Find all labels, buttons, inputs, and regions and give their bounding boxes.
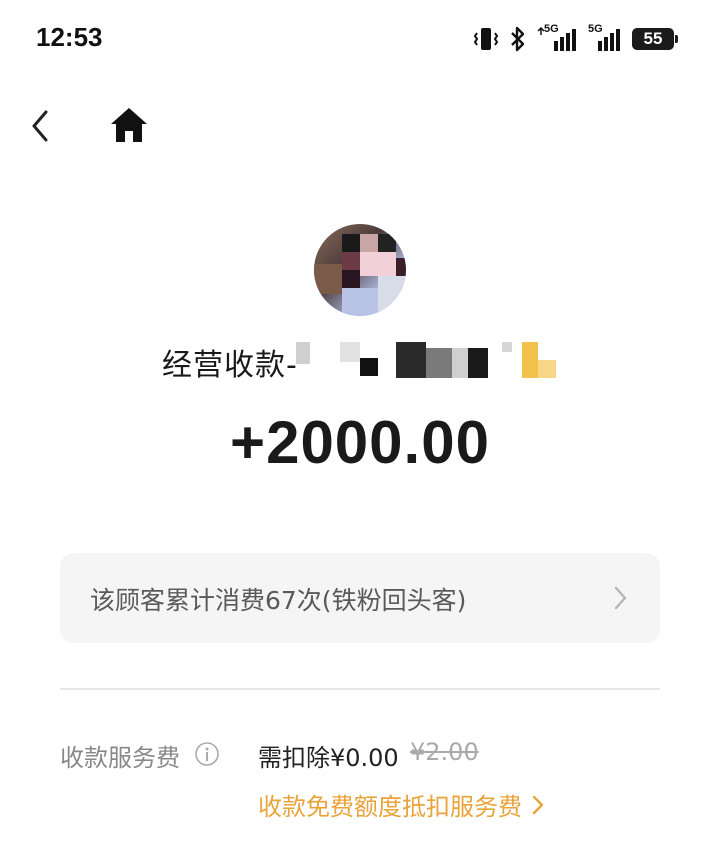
top-nav — [0, 100, 720, 156]
home-button[interactable] — [108, 104, 150, 146]
back-button[interactable] — [24, 106, 58, 146]
service-fee-value: 需扣除¥0.00 — [258, 744, 399, 772]
divider — [60, 688, 660, 690]
vibrate-icon — [473, 28, 499, 50]
customer-history-card[interactable]: 该顾客累计消费67次(铁粉回头客) — [60, 553, 660, 643]
chevron-left-icon — [32, 110, 48, 142]
payer-avatar — [314, 224, 406, 316]
status-time: 12:53 — [36, 22, 103, 52]
customer-history-text: 该顾客累计消费67次(铁粉回头客) — [90, 586, 467, 615]
info-icon[interactable] — [194, 741, 220, 767]
status-icons: 5G 5G 55 — [472, 23, 678, 54]
service-fee-original: ¥2.00 — [410, 738, 479, 766]
chevron-right-icon — [614, 586, 627, 610]
home-icon — [111, 108, 147, 142]
signal-bars-icon — [598, 29, 620, 51]
status-bar: 12:53 5G 5G 55 — [0, 0, 720, 80]
signal-5g-2: 5G — [588, 23, 624, 53]
signal-5g-1: 5G — [536, 23, 580, 53]
free-quota-link-label: 收款免费额度抵扣服务费 — [258, 793, 522, 821]
service-fee-label: 收款服务费 — [60, 744, 180, 772]
payer-name-prefix: 经营收款- — [162, 348, 298, 383]
chevron-right-icon — [532, 795, 544, 814]
signal-bars-icon — [537, 26, 576, 51]
free-quota-link[interactable]: 收款免费额度抵扣服务费 — [258, 787, 546, 822]
bluetooth-icon — [511, 26, 525, 52]
transaction-amount: +2000.00 — [230, 409, 490, 476]
battery-indicator: 55 — [632, 28, 678, 50]
payer-line: 经营收款- — [0, 334, 720, 384]
